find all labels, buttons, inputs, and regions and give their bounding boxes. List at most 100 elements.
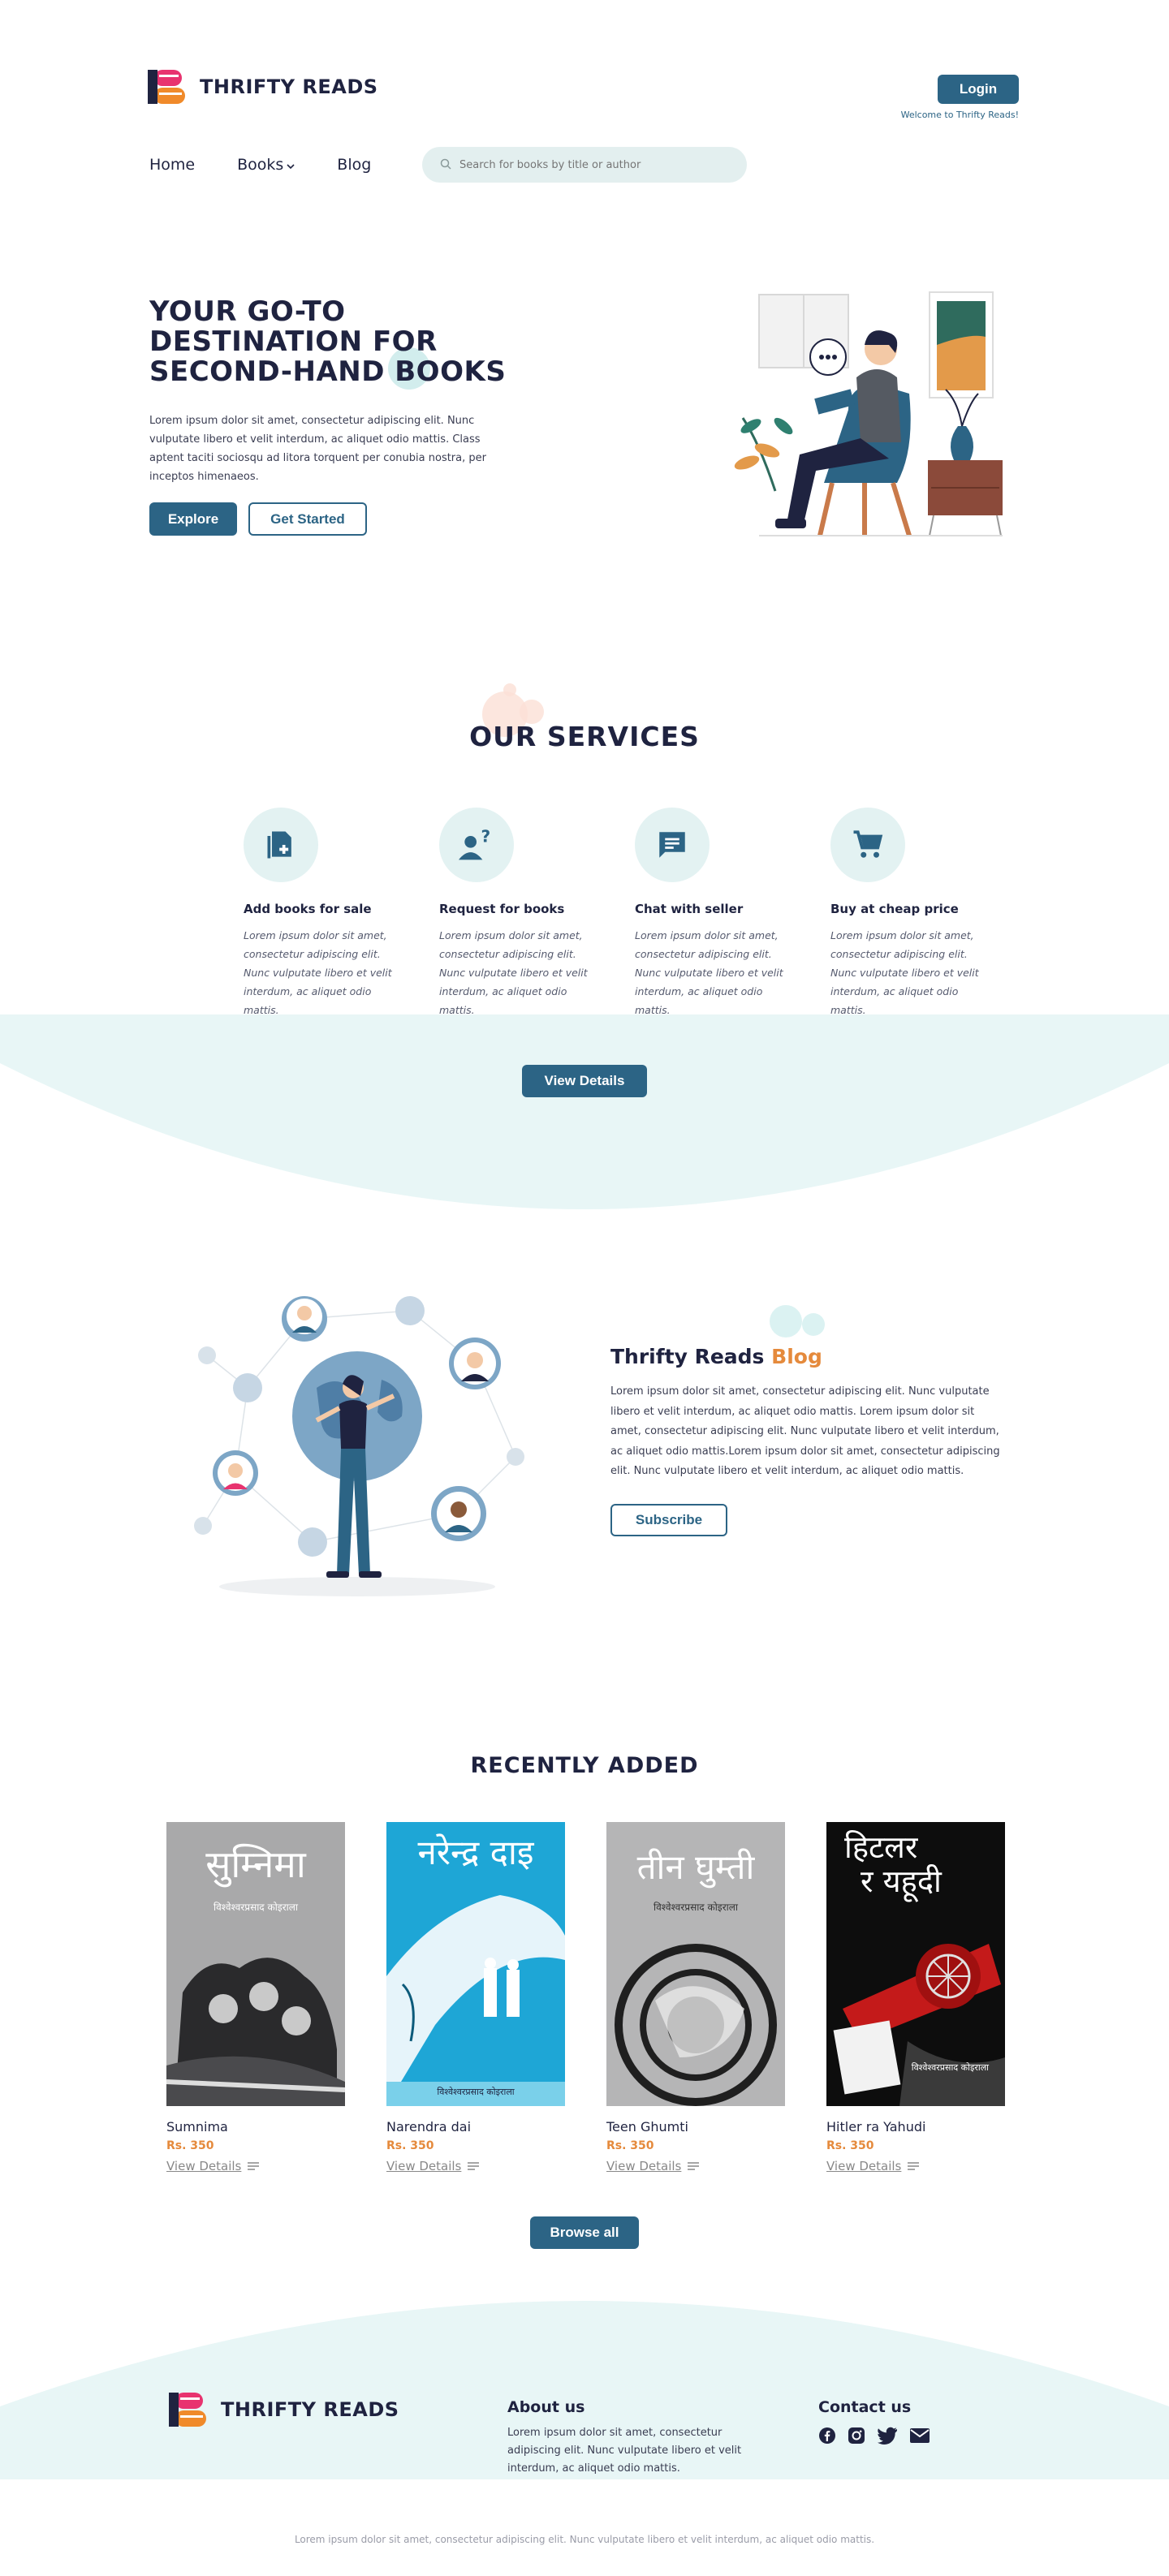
- services-title: OUR SERVICES: [469, 721, 700, 752]
- chevron-down-icon: [287, 156, 295, 174]
- cover-author: विश्वेश्वरप्रसाद कोइराला: [911, 2062, 989, 2073]
- service-description: Lorem ipsum dolor sit amet, consectetur …: [635, 929, 783, 1016]
- services-wave-bg: [0, 1014, 1169, 1209]
- book-view-details-link[interactable]: View Details: [826, 2159, 1005, 2173]
- search-bar[interactable]: [422, 147, 747, 183]
- hero-title-line: DESTINATION FOR: [149, 325, 438, 358]
- book-title[interactable]: Teen Ghumti: [606, 2119, 785, 2134]
- hero-title: YOUR GO-TO DESTINATION FOR SECOND-HAND B…: [149, 297, 506, 387]
- lines-icon: [688, 2159, 700, 2173]
- hero-illustration: [727, 288, 1003, 548]
- cover-title: सुम्निमा: [205, 1842, 306, 1886]
- book-price: Rs. 350: [606, 2139, 654, 2152]
- brand-name: THRIFTY READS: [221, 2398, 399, 2421]
- book-cover[interactable]: तीन घुम्ती विश्वेश्वरप्रसाद कोइराला: [606, 1822, 785, 2106]
- service-card: Buy at cheap price Lorem ipsum dolor sit…: [830, 808, 993, 1019]
- cover-author: विश्वेश्वरप्रसाद कोइराला: [214, 1902, 298, 1913]
- decor-bubble: [770, 1305, 802, 1338]
- book-card[interactable]: हिटलर र यहूदी विश्वेश्वरप्रसाद कोइराला H…: [826, 1822, 1005, 2173]
- about-title: About us: [507, 2398, 585, 2416]
- nav-blog[interactable]: Blog: [337, 156, 371, 174]
- footer-logo[interactable]: THRIFTY READS: [169, 2391, 399, 2428]
- book-view-details-link[interactable]: View Details: [386, 2159, 565, 2173]
- main-nav: Home Books Blog: [149, 156, 371, 174]
- user-question-icon: ?: [439, 808, 514, 882]
- brand-logo[interactable]: THRIFTY READS: [148, 68, 378, 106]
- book-title[interactable]: Narendra dai: [386, 2119, 565, 2134]
- get-started-button[interactable]: Get Started: [248, 502, 367, 536]
- footer-bottom-text: Lorem ipsum dolor sit amet, consectetur …: [294, 2534, 875, 2545]
- lines-icon: [468, 2159, 480, 2173]
- cart-icon: [830, 808, 905, 882]
- nav-home[interactable]: Home: [149, 156, 195, 174]
- twitter-icon[interactable]: [877, 2427, 898, 2448]
- contact-title: Contact us: [818, 2398, 912, 2416]
- book-price: Rs. 350: [166, 2139, 214, 2152]
- recently-added-title: RECENTLY ADDED: [470, 1753, 699, 1778]
- blog-title-main: Thrifty Reads: [610, 1345, 765, 1368]
- view-details-button[interactable]: View Details: [522, 1065, 647, 1097]
- book-card[interactable]: नरेन्द्र दाइ विश्वेश्वरप्रसाद कोइराला Na…: [386, 1822, 565, 2173]
- blog-illustration: [187, 1274, 528, 1599]
- book-card[interactable]: तीन घुम्ती विश्वेश्वरप्रसाद कोइराला Teen…: [606, 1822, 785, 2173]
- decor-bubble: [503, 683, 516, 696]
- lines-icon: [908, 2159, 920, 2173]
- book-link-label: View Details: [386, 2159, 462, 2173]
- book-title[interactable]: Sumnima: [166, 2119, 345, 2134]
- book-price: Rs. 350: [826, 2139, 874, 2152]
- book-cover[interactable]: नरेन्द्र दाइ विश्वेश्वरप्रसाद कोइराला: [386, 1822, 565, 2106]
- instagram-icon[interactable]: [848, 2427, 865, 2448]
- facebook-icon[interactable]: [818, 2427, 836, 2448]
- social-links: [818, 2427, 930, 2448]
- book-link-label: View Details: [166, 2159, 242, 2173]
- cover-title: हिटलर र यहूदी: [844, 1830, 942, 1898]
- book-price: Rs. 350: [386, 2139, 434, 2152]
- hero-title-line: SECOND-HAND BOOKS: [149, 355, 507, 388]
- service-card: ? Request for books Lorem ipsum dolor si…: [439, 808, 602, 1019]
- cover-title: नरेन्द्र दाइ: [417, 1833, 534, 1872]
- welcome-text: Welcome to Thrifty Reads!: [900, 110, 1019, 120]
- chat-icon: [635, 808, 710, 882]
- service-title: Chat with seller: [635, 902, 744, 916]
- search-input[interactable]: [459, 158, 703, 171]
- cover-author: विश्वेश्वरप्रसाद कोइराला: [437, 2087, 515, 2097]
- book-grid: सुम्निमा विश्वेश्वरप्रसाद कोइराला Sumnim…: [166, 1822, 1005, 2173]
- cover-title-line: हिटलर: [844, 1829, 918, 1865]
- service-description: Lorem ipsum dolor sit amet, consectetur …: [244, 929, 392, 1016]
- book-link-label: View Details: [606, 2159, 682, 2173]
- lines-icon: [248, 2159, 260, 2173]
- login-button[interactable]: Login: [938, 75, 1019, 104]
- brand-name: THRIFTY READS: [200, 75, 378, 98]
- book-card[interactable]: सुम्निमा विश्वेश्वरप्रसाद कोइराला Sumnim…: [166, 1822, 345, 2173]
- logo-icon: [169, 2391, 213, 2428]
- nav-books[interactable]: Books: [237, 156, 295, 174]
- logo-icon: [148, 68, 192, 106]
- book-cover[interactable]: हिटलर र यहूदी विश्वेश्वरप्रसाद कोइराला: [826, 1822, 1005, 2106]
- nav-books-label: Books: [237, 156, 284, 174]
- svg-text:?: ?: [481, 827, 491, 846]
- hero-title-line: YOUR GO-TO: [149, 295, 346, 328]
- add-book-icon: [244, 808, 318, 882]
- service-description: Lorem ipsum dolor sit amet, consectetur …: [439, 929, 588, 1016]
- book-view-details-link[interactable]: View Details: [166, 2159, 345, 2173]
- cover-title: तीन घुम्ती: [636, 1847, 755, 1887]
- cover-title-line: र यहूदी: [861, 1863, 942, 1899]
- service-title: Add books for sale: [244, 902, 372, 916]
- explore-button[interactable]: Explore: [149, 502, 237, 536]
- blog-title-accent: Blog: [771, 1345, 822, 1368]
- book-title[interactable]: Hitler ra Yahudi: [826, 2119, 1005, 2134]
- about-text: Lorem ipsum dolor sit amet, consectetur …: [507, 2427, 742, 2475]
- service-card: Chat with seller Lorem ipsum dolor sit a…: [635, 808, 797, 1019]
- cover-author: विश्वेश्वरप्रसाद कोइराला: [654, 1902, 738, 1913]
- hero-description: Lorem ipsum dolor sit amet, consectetur …: [149, 415, 486, 483]
- subscribe-button[interactable]: Subscribe: [610, 1504, 727, 1536]
- browse-all-button[interactable]: Browse all: [530, 2216, 639, 2249]
- book-cover[interactable]: सुम्निमा विश्वेश्वरप्रसाद कोइराला: [166, 1822, 345, 2106]
- email-icon[interactable]: [909, 2427, 930, 2447]
- search-icon: [440, 157, 451, 173]
- decor-bubble: [802, 1313, 825, 1336]
- service-description: Lorem ipsum dolor sit amet, consectetur …: [830, 929, 979, 1016]
- blog-title: Thrifty Reads Blog: [610, 1345, 822, 1368]
- book-view-details-link[interactable]: View Details: [606, 2159, 785, 2173]
- blog-description: Lorem ipsum dolor sit amet, consectetur …: [610, 1385, 1000, 1477]
